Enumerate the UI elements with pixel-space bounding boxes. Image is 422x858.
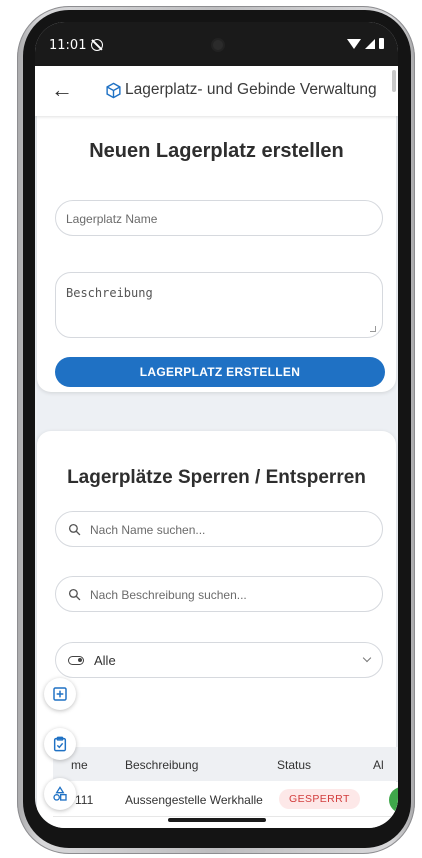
status-bar: 11:01	[35, 22, 398, 66]
resize-handle-icon[interactable]	[370, 326, 376, 332]
signal-icon	[365, 38, 375, 49]
home-indicator[interactable]	[168, 818, 266, 822]
camera-cutout	[213, 40, 223, 50]
create-card-title: Neuen Lagerplatz erstellen	[89, 140, 344, 162]
search-icon	[68, 523, 81, 541]
status-filter-select[interactable]: Alle	[55, 642, 383, 678]
description-placeholder: Beschreibung	[66, 286, 153, 300]
create-storage-card: Neuen Lagerplatz erstellen Lagerplatz Na…	[37, 116, 396, 392]
status-filter-value: Alle	[94, 653, 116, 668]
categories-fab[interactable]	[44, 778, 76, 810]
unlock-action-button[interactable]	[389, 787, 398, 813]
shapes-icon	[53, 786, 67, 801]
column-header-status[interactable]: Status	[277, 758, 311, 772]
search-description-input[interactable]: Nach Beschreibung suchen...	[55, 576, 383, 612]
warehouse-icon	[105, 82, 122, 104]
battery-icon	[379, 38, 384, 49]
storage-name-placeholder: Lagerplatz Name	[66, 212, 158, 226]
toggle-icon	[68, 656, 84, 665]
search-description-placeholder: Nach Beschreibung suchen...	[90, 588, 247, 602]
scrollbar[interactable]	[392, 70, 396, 92]
add-fab[interactable]	[44, 678, 76, 710]
search-name-placeholder: Nach Name suchen...	[90, 523, 206, 537]
wifi-icon	[347, 38, 361, 49]
do-not-disturb-icon	[91, 39, 103, 51]
lock-card-title: Lagerplätze Sperren / Entsperren	[67, 467, 366, 488]
description-textarea[interactable]: Beschreibung	[55, 272, 383, 338]
search-name-input[interactable]: Nach Name suchen...	[55, 511, 383, 547]
chevron-down-icon	[362, 653, 372, 663]
row-name: 111	[75, 793, 94, 807]
table-header: me Beschreibung Status Al	[53, 747, 398, 781]
table-row[interactable]: 111 Aussengestelle Werkhalle GESPERRT	[53, 782, 398, 817]
app-bar: ← Lagerplatz- und Gebinde Verwaltung	[35, 66, 398, 116]
create-storage-button[interactable]: LAGERPLATZ ERSTELLEN	[55, 357, 385, 387]
search-icon	[68, 588, 81, 606]
row-description: Aussengestelle Werkhalle	[125, 793, 263, 807]
add-box-icon	[53, 687, 67, 701]
status-badge: GESPERRT	[279, 789, 360, 809]
app-title: Lagerplatz- und Gebinde Verwaltung	[125, 81, 377, 98]
clipboard-check-icon	[53, 736, 67, 752]
storage-name-input[interactable]: Lagerplatz Name	[55, 200, 383, 236]
back-arrow-icon[interactable]: ←	[51, 79, 73, 101]
column-header-actions[interactable]: Al	[373, 758, 384, 772]
column-header-description[interactable]: Beschreibung	[125, 758, 198, 772]
checklist-fab[interactable]	[44, 728, 76, 760]
column-header-name[interactable]: me	[71, 758, 88, 772]
status-time: 11:01	[49, 38, 87, 53]
screen: 11:01 ← Lagerplatz- und Gebinde Verwaltu…	[35, 22, 398, 828]
main-content: Neuen Lagerplatz erstellen Lagerplatz Na…	[35, 116, 398, 828]
